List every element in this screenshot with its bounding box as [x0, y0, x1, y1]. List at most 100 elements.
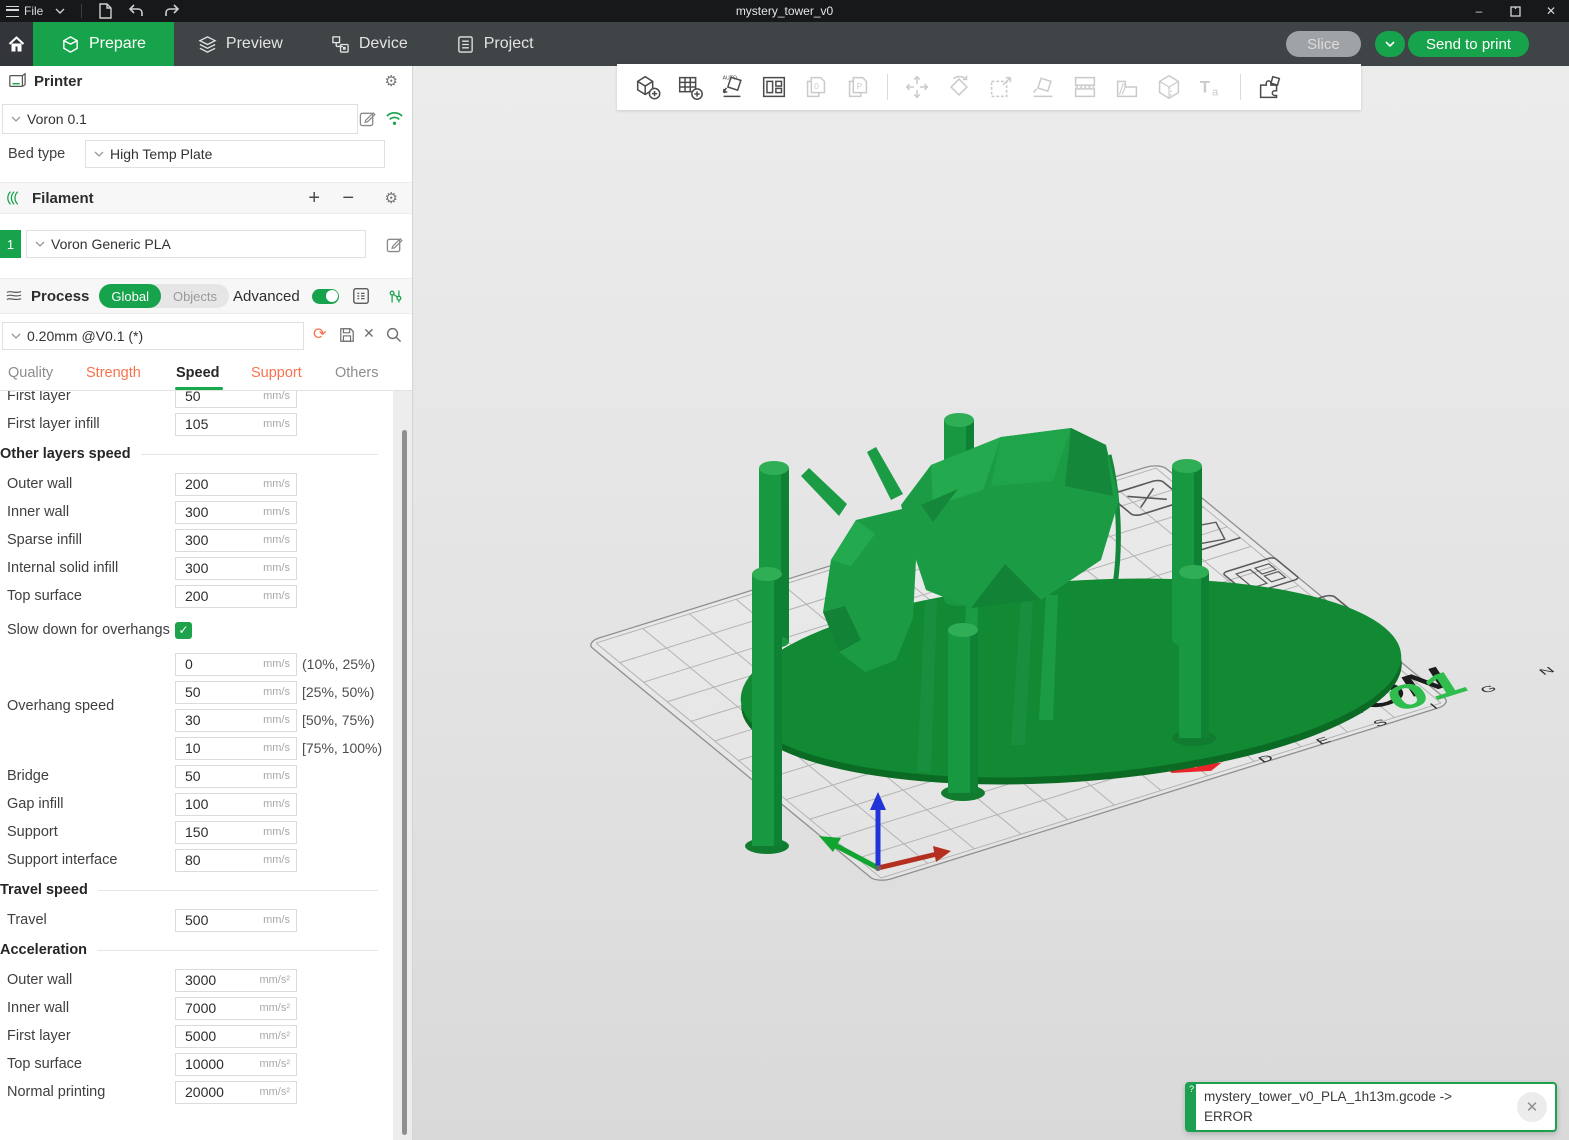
scope-objects-button[interactable]: Objects	[161, 289, 229, 304]
tab-quality[interactable]: Quality	[8, 365, 53, 381]
send-to-print-button[interactable]: Send to print	[1408, 31, 1529, 57]
internal-solid-infill-speed-input[interactable]: 300 mm/s	[175, 557, 297, 580]
redo-button[interactable]	[154, 0, 190, 22]
overhang-speed-3-input[interactable]: 30 mm/s	[175, 709, 297, 732]
auto-orient-icon[interactable]: AUTO	[715, 70, 749, 104]
send-options-button[interactable]	[1375, 31, 1405, 57]
tab-speed[interactable]: Speed	[176, 365, 220, 381]
overhang-speed-1-input[interactable]: 0 mm/s	[175, 653, 297, 676]
travel-speed-input[interactable]: 500 mm/s	[175, 909, 297, 932]
scene-canvas[interactable]: VORON D E S I G N 01	[413, 66, 1569, 1140]
scope-global-button[interactable]: Global	[99, 284, 161, 308]
advanced-toggle[interactable]	[312, 289, 339, 304]
tab-device[interactable]: Device	[307, 22, 432, 66]
setting-value: 200	[185, 588, 208, 604]
reset-profile-icon[interactable]: ⟳	[313, 324, 326, 344]
clear-profile-icon[interactable]: ✕	[363, 325, 375, 342]
file-menu-chevron[interactable]	[49, 0, 71, 22]
lay-on-face-icon[interactable]	[1026, 70, 1060, 104]
mesh-boolean-icon[interactable]	[1152, 70, 1186, 104]
tab-support[interactable]: Support	[251, 365, 302, 381]
maximize-button[interactable]	[1497, 0, 1533, 22]
parameter-list-icon[interactable]	[352, 287, 370, 305]
process-profile-select[interactable]: 0.20mm @V0.1 (*)	[2, 322, 304, 350]
wifi-icon[interactable]	[385, 110, 404, 126]
search-icon[interactable]	[385, 326, 402, 343]
setting-label: First layer	[7, 1028, 175, 1045]
setting-unit: mm/s	[263, 742, 290, 754]
home-button[interactable]	[0, 22, 33, 66]
sparse-infill-speed-input[interactable]: 300 mm/s	[175, 529, 297, 552]
split-to-parts-icon[interactable]	[1110, 70, 1144, 104]
paste-icon[interactable]: P	[841, 70, 875, 104]
first-layer-speed-input[interactable]: 50 mm/s	[175, 391, 297, 408]
printer-header: Printer ⚙	[0, 68, 412, 94]
slow-down-overhangs-checkbox[interactable]: ✓	[175, 622, 192, 639]
inner-wall-accel-input[interactable]: 7000 mm/s²	[175, 997, 297, 1020]
toast-line1: mystery_tower_v0_PLA_1h13m.gcode ->	[1204, 1087, 1509, 1107]
first-layer-infill-speed-input[interactable]: 105 mm/s	[175, 413, 297, 436]
setting-unit: mm/s	[263, 686, 290, 698]
filament-settings-gear-icon[interactable]: ⚙	[385, 191, 398, 206]
tab-strength[interactable]: Strength	[86, 365, 141, 381]
top-surface-accel-input[interactable]: 10000 mm/s²	[175, 1053, 297, 1076]
slice-button[interactable]: Slice	[1286, 31, 1361, 57]
overhang-speed-2-input[interactable]: 50 mm/s	[175, 681, 297, 704]
minimize-button[interactable]: –	[1461, 0, 1497, 22]
setting-unit: mm/s	[263, 478, 290, 490]
setting-row: First layer 5000 mm/s²	[0, 1022, 394, 1050]
add-filament-button[interactable]: +	[308, 188, 320, 208]
printer-select[interactable]: Voron 0.1	[2, 104, 358, 134]
add-text-icon[interactable]: Ta	[1194, 70, 1228, 104]
edit-filament-icon[interactable]	[386, 236, 403, 253]
copy-icon[interactable]: 0	[799, 70, 833, 104]
outer-wall-accel-input[interactable]: 3000 mm/s²	[175, 969, 297, 992]
normal-printing-accel-input[interactable]: 20000 mm/s²	[175, 1081, 297, 1104]
setting-value: 7000	[185, 1000, 216, 1016]
bridge-speed-input[interactable]: 50 mm/s	[175, 765, 297, 788]
gap-infill-speed-input[interactable]: 100 mm/s	[175, 793, 297, 816]
rotate-icon[interactable]	[942, 70, 976, 104]
remove-filament-button[interactable]: −	[342, 188, 354, 208]
split-to-objects-icon[interactable]	[1068, 70, 1102, 104]
scrollbar-thumb[interactable]	[402, 430, 407, 1135]
close-button[interactable]: ✕	[1533, 0, 1569, 22]
scale-icon[interactable]	[984, 70, 1018, 104]
printer-settings-gear-icon[interactable]: ⚙	[385, 74, 398, 89]
move-icon[interactable]	[900, 70, 934, 104]
support-interface-speed-input[interactable]: 80 mm/s	[175, 849, 297, 872]
first-layer-accel-input[interactable]: 5000 mm/s²	[175, 1025, 297, 1048]
setting-label: Slow down for overhangs	[7, 622, 175, 639]
top-surface-speed-input[interactable]: 200 mm/s	[175, 585, 297, 608]
arrange-icon[interactable]	[757, 70, 791, 104]
outer-wall-speed-input[interactable]: 200 mm/s	[175, 473, 297, 496]
inner-wall-speed-input[interactable]: 300 mm/s	[175, 501, 297, 524]
overhang-speed-4-input[interactable]: 10 mm/s	[175, 737, 297, 760]
add-model-icon[interactable]	[631, 70, 665, 104]
file-menu[interactable]: File	[0, 0, 49, 22]
support-speed-input[interactable]: 150 mm/s	[175, 821, 297, 844]
bed-type-select[interactable]: High Temp Plate	[85, 140, 385, 168]
assembly-view-icon[interactable]	[1253, 70, 1287, 104]
setting-label: Inner wall	[7, 1000, 175, 1017]
undo-button[interactable]	[118, 0, 154, 22]
process-tabs: Quality Strength Speed Support Others	[0, 360, 412, 391]
tab-project[interactable]: Project	[432, 22, 558, 66]
tune-parameters-icon[interactable]	[387, 288, 404, 305]
tab-others[interactable]: Others	[335, 365, 379, 381]
setting-row: Sparse infill 300 mm/s	[0, 526, 394, 554]
toast-close-button[interactable]: ✕	[1517, 1092, 1547, 1122]
new-project-button[interactable]	[92, 0, 118, 22]
setting-row: Outer wall 3000 mm/s²	[0, 966, 394, 994]
setting-unit: mm/s²	[259, 1058, 290, 1070]
edit-printer-icon[interactable]	[359, 110, 376, 127]
save-profile-icon[interactable]	[339, 327, 355, 343]
tab-preview[interactable]: Preview	[174, 22, 307, 66]
tab-prepare[interactable]: Prepare	[33, 22, 174, 66]
add-plate-icon[interactable]	[673, 70, 707, 104]
viewport-3d[interactable]: VORON D E S I G N 01	[413, 66, 1569, 1140]
preview-icon	[198, 35, 217, 54]
toast-accent-bar: ?	[1187, 1084, 1196, 1130]
filament-select[interactable]: Voron Generic PLA	[26, 230, 366, 258]
overhang-range-label: (10%, 25%)	[302, 656, 375, 672]
